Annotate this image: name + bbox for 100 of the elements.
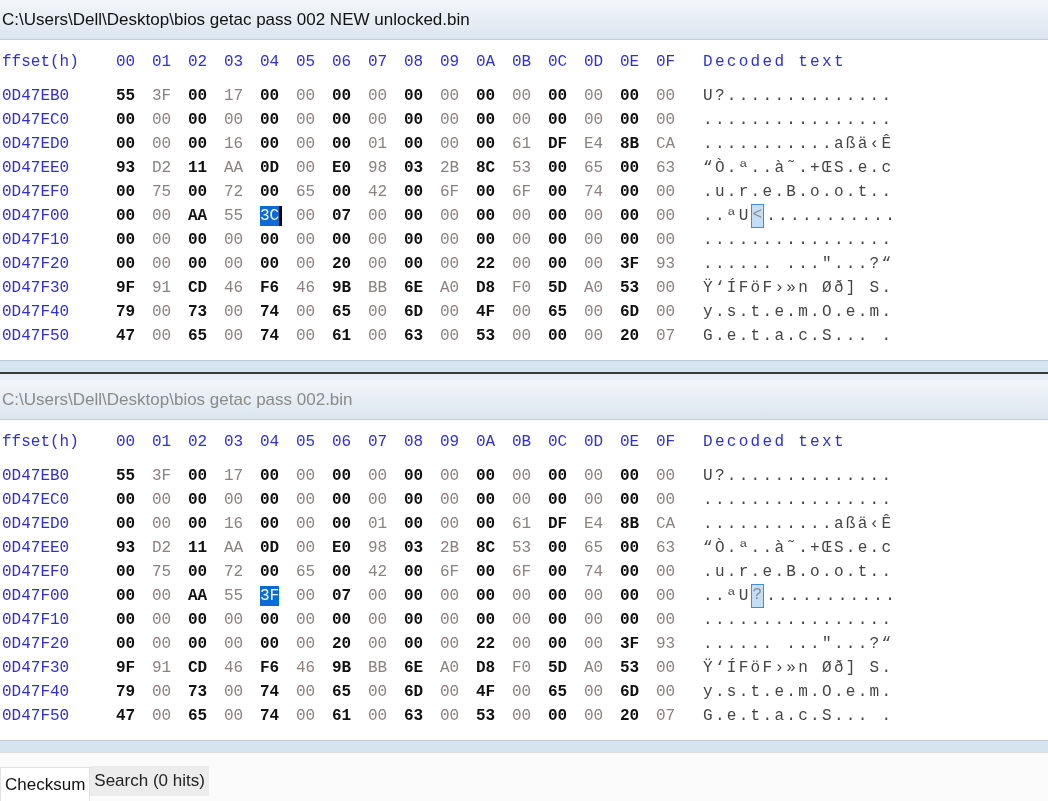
- byte-cell[interactable]: 00: [368, 707, 388, 725]
- byte-cell[interactable]: 00: [296, 159, 316, 177]
- byte-cell[interactable]: DF: [548, 135, 568, 153]
- byte-cell[interactable]: 00: [404, 111, 424, 129]
- byte-cell[interactable]: 00: [476, 587, 496, 605]
- byte-cell[interactable]: 00: [152, 635, 172, 653]
- byte-cell[interactable]: 00: [152, 587, 172, 605]
- byte-cell[interactable]: 55: [116, 467, 136, 485]
- byte-cell[interactable]: 00: [440, 303, 460, 321]
- byte-cell[interactable]: 16: [224, 135, 244, 153]
- byte-cell[interactable]: 00: [296, 683, 316, 701]
- byte-cell[interactable]: 46: [224, 659, 244, 677]
- byte-cell[interactable]: 65: [548, 683, 568, 701]
- byte-cell[interactable]: 00: [440, 491, 460, 509]
- byte-cell[interactable]: 00: [116, 207, 136, 225]
- byte-cell[interactable]: 17: [224, 467, 244, 485]
- byte-cell[interactable]: 00: [440, 515, 460, 533]
- byte-cell[interactable]: 73: [188, 683, 208, 701]
- byte-cell[interactable]: 00: [476, 515, 496, 533]
- byte-cell[interactable]: BB: [368, 279, 388, 297]
- byte-cell[interactable]: 00: [656, 111, 676, 129]
- byte-cell[interactable]: 00: [260, 635, 280, 653]
- byte-cell[interactable]: 47: [116, 327, 136, 345]
- byte-cell[interactable]: 00: [260, 87, 280, 105]
- byte-cell[interactable]: 00: [548, 111, 568, 129]
- byte-cell[interactable]: AA: [188, 207, 208, 225]
- byte-cell[interactable]: 00: [260, 611, 280, 629]
- byte-cell[interactable]: 00: [512, 635, 532, 653]
- byte-cell[interactable]: 03: [404, 159, 424, 177]
- byte-cell[interactable]: 6D: [404, 683, 424, 701]
- byte-cell[interactable]: 00: [368, 327, 388, 345]
- byte-cell[interactable]: 74: [584, 183, 604, 201]
- byte-cell[interactable]: 00: [440, 135, 460, 153]
- byte-cell[interactable]: 00: [260, 135, 280, 153]
- byte-cell[interactable]: 93: [656, 635, 676, 653]
- byte-cell[interactable]: 00: [512, 467, 532, 485]
- byte-cell[interactable]: 00: [224, 611, 244, 629]
- byte-cell[interactable]: 00: [296, 611, 316, 629]
- byte-cell[interactable]: 4F: [476, 683, 496, 701]
- byte-cell[interactable]: 00: [548, 563, 568, 581]
- byte-cell[interactable]: 00: [548, 183, 568, 201]
- byte-cell[interactable]: 00: [656, 303, 676, 321]
- byte-cell[interactable]: 00: [368, 255, 388, 273]
- byte-cell[interactable]: 00: [368, 467, 388, 485]
- byte-cell[interactable]: 65: [584, 539, 604, 557]
- byte-cell[interactable]: 61: [332, 707, 352, 725]
- byte-cell[interactable]: 00: [584, 635, 604, 653]
- byte-cell[interactable]: 00: [512, 327, 532, 345]
- byte-cell[interactable]: F6: [260, 279, 280, 297]
- byte-cell[interactable]: 01: [368, 515, 388, 533]
- byte-cell[interactable]: 6F: [512, 563, 532, 581]
- byte-cell[interactable]: 01: [368, 135, 388, 153]
- byte-cell[interactable]: 00: [152, 491, 172, 509]
- byte-cell[interactable]: 63: [656, 159, 676, 177]
- byte-cell[interactable]: 00: [224, 255, 244, 273]
- byte-cell[interactable]: 65: [332, 303, 352, 321]
- byte-cell[interactable]: 53: [512, 159, 532, 177]
- byte-cell[interactable]: 00: [152, 327, 172, 345]
- byte-cell[interactable]: 00: [584, 467, 604, 485]
- byte-cell[interactable]: 00: [476, 563, 496, 581]
- byte-cell[interactable]: 53: [620, 279, 640, 297]
- byte-cell[interactable]: 00: [152, 683, 172, 701]
- byte-cell[interactable]: 55: [116, 87, 136, 105]
- byte-cell[interactable]: 20: [620, 327, 640, 345]
- scroll-bar[interactable]: [0, 740, 1048, 752]
- byte-cell[interactable]: 11: [188, 539, 208, 557]
- byte-cell[interactable]: 53: [476, 327, 496, 345]
- byte-cell[interactable]: 00: [620, 587, 640, 605]
- byte-cell[interactable]: 00: [656, 467, 676, 485]
- byte-cell[interactable]: 00: [440, 231, 460, 249]
- byte-cell[interactable]: 00: [296, 111, 316, 129]
- byte-cell[interactable]: 00: [476, 135, 496, 153]
- byte-cell[interactable]: 00: [656, 683, 676, 701]
- byte-cell[interactable]: 00: [404, 515, 424, 533]
- byte-cell[interactable]: 00: [476, 207, 496, 225]
- byte-cell[interactable]: 00: [404, 135, 424, 153]
- byte-cell[interactable]: 00: [368, 87, 388, 105]
- byte-cell[interactable]: F0: [512, 279, 532, 297]
- byte-cell[interactable]: 00: [152, 255, 172, 273]
- byte-cell[interactable]: 00: [440, 683, 460, 701]
- byte-cell[interactable]: 00: [404, 207, 424, 225]
- byte-cell[interactable]: 63: [404, 327, 424, 345]
- byte-cell[interactable]: 00: [440, 467, 460, 485]
- byte-cell[interactable]: 55: [224, 587, 244, 605]
- byte-cell[interactable]: 00: [152, 611, 172, 629]
- byte-cell[interactable]: 00: [548, 587, 568, 605]
- byte-cell[interactable]: 00: [332, 87, 352, 105]
- byte-cell[interactable]: BB: [368, 659, 388, 677]
- byte-cell[interactable]: 00: [260, 111, 280, 129]
- byte-cell[interactable]: 00: [260, 467, 280, 485]
- byte-cell[interactable]: 00: [296, 303, 316, 321]
- byte-cell[interactable]: 00: [548, 327, 568, 345]
- byte-cell[interactable]: 74: [260, 303, 280, 321]
- byte-cell[interactable]: 00: [260, 231, 280, 249]
- byte-cell[interactable]: 00: [620, 87, 640, 105]
- byte-cell[interactable]: 00: [548, 491, 568, 509]
- byte-cell[interactable]: 00: [332, 491, 352, 509]
- byte-cell[interactable]: 72: [224, 183, 244, 201]
- byte-cell[interactable]: 00: [584, 707, 604, 725]
- byte-cell[interactable]: 00: [332, 515, 352, 533]
